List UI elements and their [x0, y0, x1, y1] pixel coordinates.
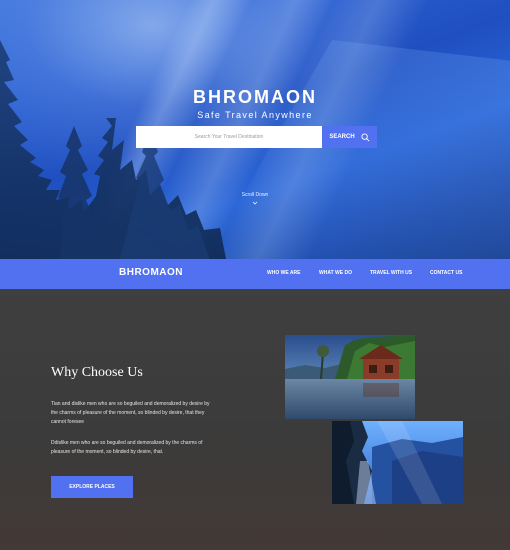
nav-link-travel-with-us[interactable]: TRAVEL WITH US — [370, 270, 412, 276]
nav-link-what-we-do[interactable]: WHAT WE DO — [319, 270, 352, 276]
canyon-waterfall-photo — [332, 421, 463, 504]
main-navbar: BHROMAON WHO WE ARE WHAT WE DO TRAVEL WI… — [0, 259, 510, 289]
paragraph-1-line-2: the charms of pleasure of the moment, so… — [51, 410, 205, 416]
scroll-down-label: Scroll Down — [241, 192, 269, 198]
search-input[interactable] — [136, 126, 322, 148]
search-button[interactable]: SEARCH — [322, 126, 377, 148]
hero-title: BHROMAON — [193, 87, 317, 107]
paragraph-2-line-2: pleasure of the moment, so blinded by de… — [51, 449, 164, 455]
hero-brand: BHROMAON Safe Travel Anywhere — [0, 87, 510, 120]
lake-boathouse-photo — [285, 335, 415, 419]
nav-link-contact-us[interactable]: CONTACT US — [430, 270, 462, 276]
paragraph-1: Tian and dislike men who are so beguiled… — [51, 400, 251, 427]
search-field-wrapper — [136, 126, 322, 148]
paragraph-1-line-3: cannot foresee — [51, 419, 85, 425]
search-icon — [361, 132, 370, 141]
scroll-down-link[interactable]: Scroll Down — [0, 192, 510, 206]
hero-banner: BHROMAON Safe Travel Anywhere SEARCH Scr… — [0, 0, 510, 259]
paragraph-2: Ddislike men who are so beguiled and dem… — [51, 439, 251, 457]
paragraph-1-line-1: Tian and dislike men who are so beguiled… — [51, 401, 210, 407]
section-title: Why Choose Us — [51, 365, 143, 380]
nav-link-who-we-are[interactable]: WHO WE ARE — [267, 270, 300, 276]
hero-subtitle: Safe Travel Anywhere — [197, 110, 313, 120]
paragraph-2-line-1: Ddislike men who are so beguiled and dem… — [51, 440, 203, 446]
search-button-label: SEARCH — [329, 134, 355, 140]
why-choose-us-section: Why Choose Us Tian and dislike men who a… — [0, 289, 510, 550]
explore-places-button[interactable]: EXPLORE PLACES — [51, 476, 133, 498]
nav-logo[interactable]: BHROMAON — [119, 267, 183, 278]
chevron-down-icon — [252, 201, 258, 205]
